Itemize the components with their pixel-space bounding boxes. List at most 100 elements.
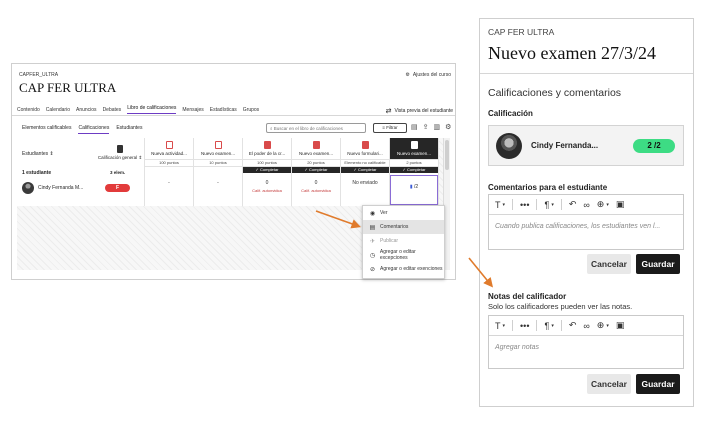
undo-icon[interactable]: ↶: [569, 199, 577, 210]
overall-grade-badge[interactable]: F: [105, 184, 130, 192]
upload-icon[interactable]: ⇪: [423, 123, 429, 131]
settings-gear-icon[interactable]: ⚙: [445, 123, 451, 131]
grade-cell[interactable]: 0 Calif. automática: [292, 180, 340, 193]
nav-item-libro-calificaciones[interactable]: Libro de calificaciones: [127, 105, 177, 114]
nav-item-mensajes[interactable]: Mensajes: [182, 107, 203, 113]
grade-cell-selected[interactable]: ▮ /2: [390, 175, 438, 205]
grade-cell[interactable]: 0 Calif. automática: [243, 180, 291, 193]
grade-value-pill[interactable]: 2 /2: [633, 139, 675, 153]
scrollbar-thumb[interactable]: [445, 140, 449, 170]
clock-icon: ◷: [369, 252, 376, 259]
grade-column-1: Nueva actividad... 100 puntos -: [145, 138, 194, 206]
menu-item-exenciones[interactable]: ⊘ Agregar o editar exenciones: [363, 262, 444, 276]
grade-column-6: Nuevo examen... 2 puntos ✓ Completar ▮ /…: [390, 138, 439, 206]
grader-notes-help: Solo los calificadores pueden ver las no…: [488, 302, 633, 311]
complete-badge: ✓ Completar: [292, 167, 340, 173]
overall-points: 3 elem.: [110, 170, 126, 175]
students-column-header[interactable]: Estudiantes ⇕: [22, 151, 54, 157]
complete-badge: ✓ Completar: [390, 167, 438, 173]
filter-button[interactable]: ≡ Filtrar: [373, 123, 407, 133]
nav-item-contenido[interactable]: Contenido: [17, 107, 40, 113]
document-red-icon: [263, 141, 271, 149]
nav-item-calendario[interactable]: Calendario: [46, 107, 70, 113]
stats-icon[interactable]: ▥: [434, 123, 441, 131]
link-icon[interactable]: ∞: [583, 200, 589, 210]
cancel-button[interactable]: Cancelar: [587, 254, 631, 274]
grade-column-5: Nuevo formulari... Elemento no calificab…: [341, 138, 390, 206]
nav-item-anuncios[interactable]: Anuncios: [76, 107, 97, 113]
avatar: [22, 182, 34, 194]
tab-estudiantes[interactable]: Estudiantes: [116, 125, 142, 134]
complete-badge: ✓ Completar: [341, 167, 389, 173]
course-settings-link[interactable]: ⚙ Ajustes del curso: [405, 72, 451, 78]
save-button[interactable]: Guardar: [636, 254, 680, 274]
course-id: CAPFER_ULTRA: [19, 72, 59, 78]
paragraph-icon[interactable]: ¶: [544, 321, 549, 331]
form-red-icon: [361, 141, 369, 149]
student-feedback-input[interactable]: Cuando publica calificaciones, los estud…: [489, 215, 683, 238]
student-preview-link[interactable]: ⇄ Vista previa del estudiante: [386, 107, 453, 115]
column-header[interactable]: Nueva actividad...: [145, 138, 193, 160]
menu-item-publicar[interactable]: ✈ Publicar: [363, 234, 444, 248]
text-style-icon[interactable]: T: [495, 200, 501, 210]
eye-icon: ◉: [369, 210, 376, 217]
gradebook-subtabs: Elementos calificables Calificaciones Es…: [22, 125, 142, 134]
tab-elementos-calificables[interactable]: Elementos calificables: [22, 125, 71, 134]
test-red-icon: [312, 141, 320, 149]
menu-item-ver[interactable]: ◉ Ver: [363, 206, 444, 220]
column-header[interactable]: Nuevo formulari...: [341, 138, 389, 160]
column-points: 2 puntos: [390, 160, 438, 167]
student-name: Cindy Fernanda...: [531, 141, 599, 150]
editor-toolbar: T ▾ ••• ¶ ▾ ↶ ∞ ⊕ ▾ ▣: [489, 195, 683, 215]
block-icon: ⊘: [369, 266, 376, 273]
menu-item-excepciones[interactable]: ◷ Agregar o editar excepciones: [363, 248, 444, 262]
student-feedback-label: Comentarios para el estudiante: [488, 183, 608, 192]
more-icon[interactable]: •••: [520, 321, 529, 331]
column-points: Elemento no calificable: [341, 160, 389, 167]
text-style-icon[interactable]: T: [495, 321, 501, 331]
overall-grade-column-header[interactable]: Calificación general ⇕: [96, 145, 144, 161]
gradebook-search-input[interactable]: ⌕ Buscar en el libro de calificaciones: [266, 123, 366, 133]
preview-icon: ⇄: [385, 108, 392, 115]
grade-cell[interactable]: No enviado: [341, 180, 389, 186]
insert-icon[interactable]: ⊕: [597, 199, 605, 210]
panel-course-id: CAP FER ULTRA: [488, 27, 555, 37]
insert-icon[interactable]: ⊕: [597, 320, 605, 331]
grade-cell-context-menu: ◉ Ver ▤ Comentarios ✈ Publicar ◷ Agregar o e…: [362, 205, 445, 279]
test-white-icon: [410, 141, 418, 149]
column-points: 10 puntos: [194, 160, 242, 167]
overall-grade-icon: [117, 145, 123, 153]
gear-icon: ⚙: [405, 72, 410, 78]
column-points: 100 puntos: [243, 160, 291, 167]
paragraph-icon[interactable]: ¶: [544, 200, 549, 210]
publish-icon: ✈: [369, 238, 376, 245]
nav-item-debates[interactable]: Debates: [103, 107, 122, 113]
comment-icon: ▤: [369, 224, 376, 231]
column-header[interactable]: Nuevo examen...: [292, 138, 340, 160]
grade-column-2: Nuevo examen... 10 puntos -: [194, 138, 243, 206]
grade-cell[interactable]: -: [194, 180, 242, 186]
link-icon[interactable]: ∞: [583, 321, 589, 331]
more-icon[interactable]: •••: [520, 200, 529, 210]
panel-header: CAP FER ULTRA Nuevo examen 27/3/24: [480, 19, 693, 74]
grader-notes-editor: T ▾ ••• ¶ ▾ ↶ ∞ ⊕ ▾ ▣ Agregar notas: [488, 315, 684, 369]
tab-calificaciones[interactable]: Calificaciones: [78, 125, 110, 134]
media-icon[interactable]: ▣: [616, 199, 625, 210]
notes-cancel-button[interactable]: Cancelar: [587, 374, 631, 394]
document-icon[interactable]: ▤: [411, 123, 418, 131]
notes-save-button[interactable]: Guardar: [636, 374, 680, 394]
column-header[interactable]: Nuevo examen...: [390, 138, 438, 160]
grade-cell[interactable]: -: [145, 180, 193, 186]
test-icon: [214, 141, 222, 149]
menu-item-comentarios[interactable]: ▤ Comentarios: [363, 220, 444, 234]
student-row[interactable]: Cindy Fernanda M...: [22, 182, 83, 194]
grade-column-3: El poder de la cr... 100 puntos ✓ Comple…: [243, 138, 292, 206]
media-icon[interactable]: ▣: [616, 320, 625, 331]
undo-icon[interactable]: ↶: [569, 320, 577, 331]
nav-item-estadisticas[interactable]: Estadísticas: [210, 107, 237, 113]
grader-notes-label: Notas del calificador: [488, 292, 567, 301]
column-header[interactable]: Nuevo examen...: [194, 138, 242, 160]
column-header[interactable]: El poder de la cr...: [243, 138, 291, 160]
grader-notes-input[interactable]: Agregar notas: [489, 336, 683, 359]
nav-item-grupos[interactable]: Grupos: [243, 107, 259, 113]
